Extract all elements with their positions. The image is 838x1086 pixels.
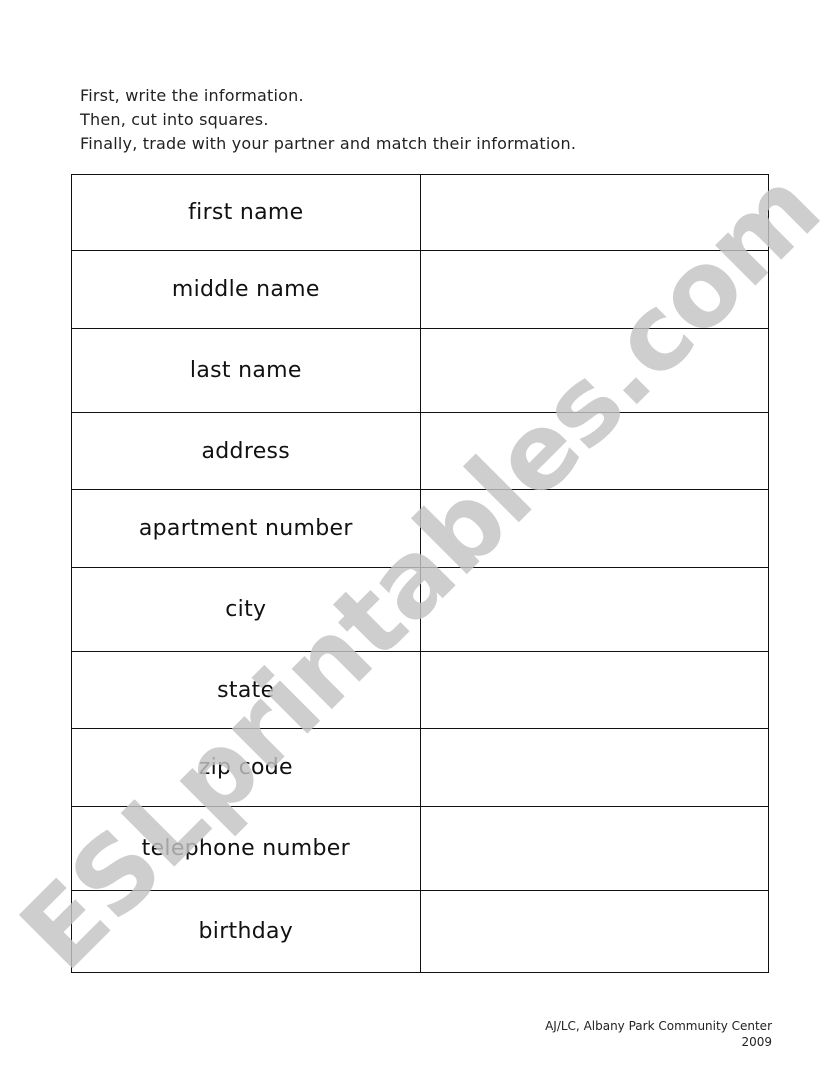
- answer-cell[interactable]: [419, 651, 770, 729]
- table-row: address: [71, 412, 770, 490]
- row-label: last name: [71, 328, 421, 413]
- table-row: birthday: [71, 890, 770, 973]
- answer-cell[interactable]: [419, 489, 770, 568]
- instructions: First, write the information. Then, cut …: [80, 84, 576, 156]
- answer-cell[interactable]: [419, 250, 770, 329]
- table-row: state: [71, 651, 770, 729]
- table-row: city: [71, 567, 770, 652]
- footer-year: 2009: [741, 1035, 772, 1049]
- row-label: middle name: [71, 250, 421, 329]
- row-label: state: [71, 651, 421, 729]
- table-row: telephone number: [71, 806, 770, 891]
- table-row: last name: [71, 328, 770, 413]
- answer-cell[interactable]: [419, 328, 770, 413]
- answer-cell[interactable]: [419, 806, 770, 891]
- instruction-line: First, write the information.: [80, 86, 304, 105]
- answer-cell[interactable]: [419, 412, 770, 490]
- row-label: zip code: [71, 728, 421, 807]
- footer: AJ/LC, Albany Park Community Center 2009: [545, 1018, 772, 1050]
- instruction-line: Finally, trade with your partner and mat…: [80, 134, 577, 153]
- instruction-line: Then, cut into squares.: [80, 110, 269, 129]
- row-label: apartment number: [71, 489, 421, 568]
- answer-cell[interactable]: [419, 728, 770, 807]
- table-row: first name: [71, 174, 770, 251]
- answer-cell[interactable]: [419, 890, 770, 973]
- table-row: middle name: [71, 250, 770, 329]
- footer-credit: AJ/LC, Albany Park Community Center: [545, 1019, 772, 1033]
- table-row: zip code: [71, 728, 770, 807]
- answer-cell[interactable]: [419, 174, 770, 251]
- row-label: city: [71, 567, 421, 652]
- answer-cell[interactable]: [419, 567, 770, 652]
- table-row: apartment number: [71, 489, 770, 568]
- row-label: telephone number: [71, 806, 421, 891]
- information-table: first name middle name last name address…: [71, 174, 770, 973]
- row-label: address: [71, 412, 421, 490]
- row-label: first name: [71, 174, 421, 251]
- row-label: birthday: [71, 890, 421, 973]
